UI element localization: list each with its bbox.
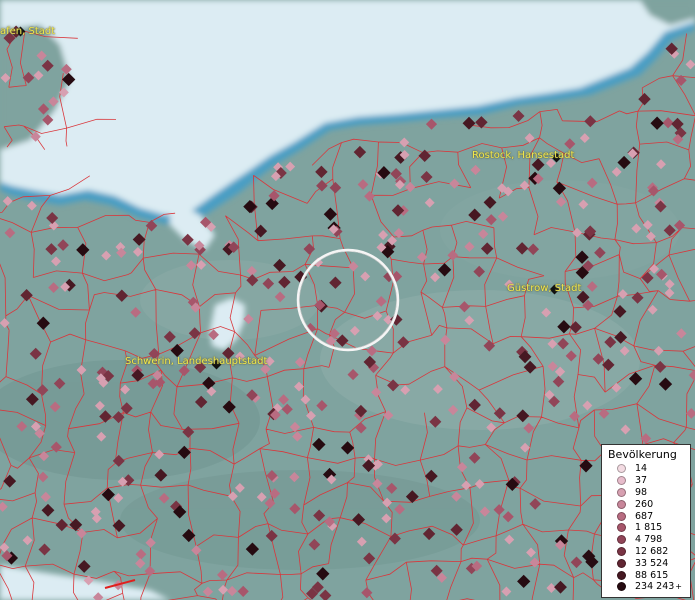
map-view[interactable]: Rostock, Hansestadt Güstrow, Stadt Schwe… bbox=[0, 0, 695, 600]
legend-swatch bbox=[617, 476, 626, 486]
legend-title: Bevölkerung bbox=[608, 448, 677, 461]
legend-swatch bbox=[617, 499, 626, 509]
legend-row: 687 bbox=[608, 510, 684, 522]
legend-row: 33 524 bbox=[608, 557, 684, 569]
legend-label: 14 bbox=[635, 463, 648, 475]
legend-swatch bbox=[617, 511, 626, 521]
legend-row: 12 682 bbox=[608, 546, 684, 558]
legend-swatch bbox=[617, 464, 626, 474]
legend-label: 1 815 bbox=[635, 522, 663, 534]
legend-swatch bbox=[617, 535, 626, 545]
city-label-rostock[interactable]: Rostock, Hansestadt bbox=[472, 150, 574, 161]
legend-swatch bbox=[617, 582, 626, 592]
city-label-guestrow[interactable]: Güstrow, Stadt bbox=[507, 283, 581, 294]
legend-swatch bbox=[617, 487, 626, 497]
legend-row: 4 798 bbox=[608, 534, 684, 546]
legend-label: 33 524 bbox=[635, 557, 669, 569]
legend-row: 14 bbox=[608, 463, 684, 475]
legend-label: 12 682 bbox=[635, 545, 669, 557]
legend-plus-mark: + bbox=[675, 582, 682, 592]
legend-label: 98 bbox=[635, 486, 648, 498]
legend-swatch bbox=[617, 546, 626, 556]
legend-row: 234 243 + bbox=[608, 581, 684, 593]
legend-label: 4 798 bbox=[635, 534, 663, 546]
city-label-afen[interactable]: afen, Stadt bbox=[0, 26, 55, 37]
legend-swatch bbox=[617, 570, 626, 580]
population-legend: Bevölkerung 14 37 98 260 687 1 815 4 798 12 682… bbox=[601, 444, 691, 598]
map-canvas[interactable] bbox=[0, 0, 695, 600]
legend-label: 687 bbox=[635, 510, 654, 522]
city-label-schwerin[interactable]: Schwerin, Landeshauptstadt bbox=[125, 356, 267, 367]
legend-row: 88 615 bbox=[608, 569, 684, 581]
legend-row: 260 bbox=[608, 498, 684, 510]
legend-row: 1 815 bbox=[608, 522, 684, 534]
legend-label: 260 bbox=[635, 498, 654, 510]
legend-label: 234 243 bbox=[635, 581, 675, 593]
legend-label: 37 bbox=[635, 475, 648, 487]
legend-row: 37 bbox=[608, 475, 684, 487]
legend-swatch bbox=[617, 523, 626, 533]
legend-swatch bbox=[617, 558, 626, 568]
legend-row: 98 bbox=[608, 487, 684, 499]
legend-label: 88 615 bbox=[635, 569, 669, 581]
legend-rows: 14 37 98 260 687 1 815 4 798 12 682 33 524 88 615… bbox=[608, 463, 684, 593]
